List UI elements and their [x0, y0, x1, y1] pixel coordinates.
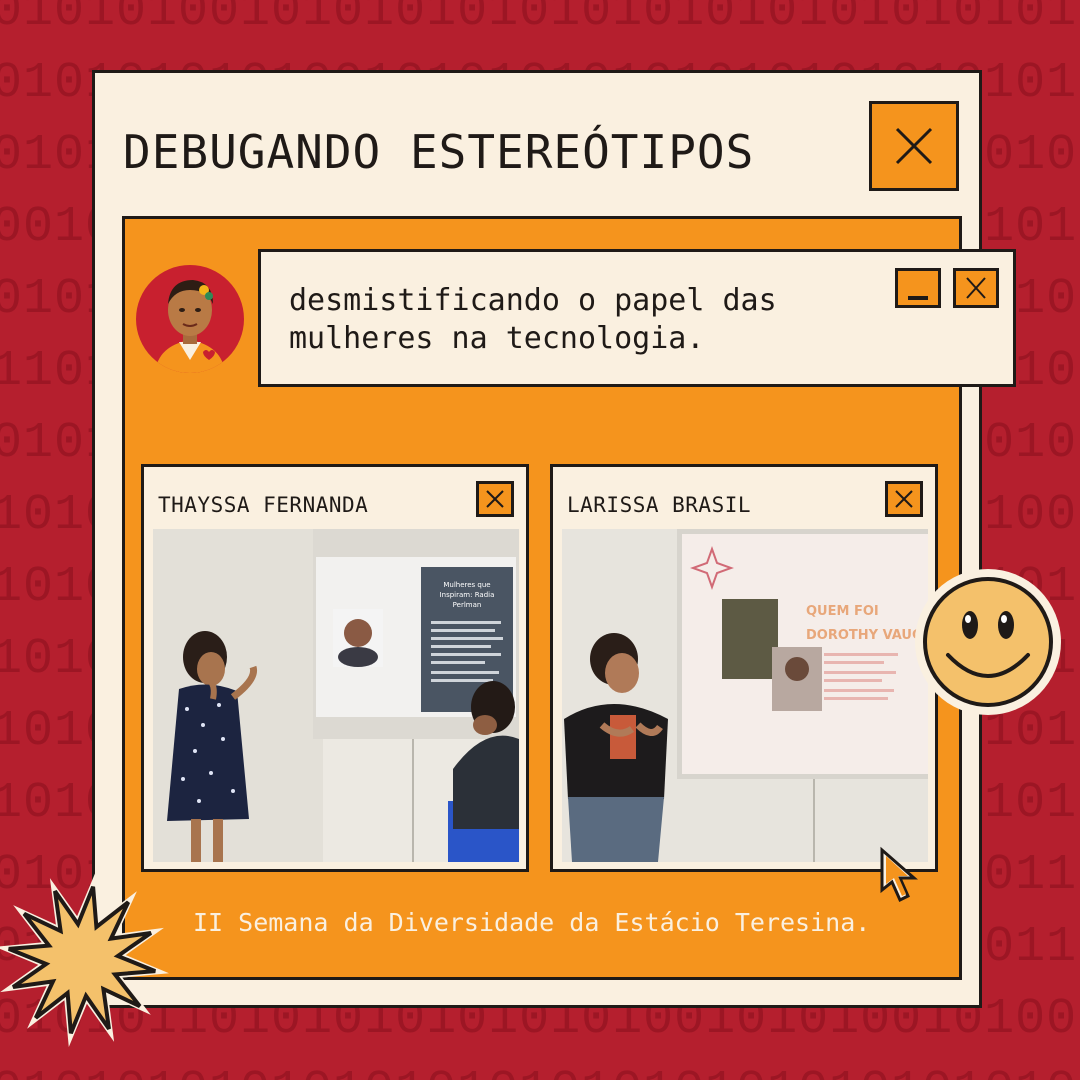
starburst-icon [0, 873, 169, 1047]
close-x-icon [895, 490, 913, 508]
woman-avatar-icon [136, 265, 244, 373]
smiley-face-icon [915, 569, 1061, 715]
slide-title: DOROTHY VAUGHAN? [806, 628, 928, 643]
minimize-button[interactable] [895, 268, 941, 308]
pixel-cursor-icon [880, 846, 918, 903]
slide-title: Perlman [453, 601, 482, 609]
close-x-icon [486, 490, 504, 508]
photo-title: LARISSA BRASIL [567, 493, 752, 517]
window-close-button[interactable] [869, 101, 959, 191]
slide-title: Mulheres que [443, 581, 490, 589]
presentation-photo: Mulheres que Inspiram: Radia Perlman [153, 529, 519, 862]
binary-row: 0101010010101010101010101010101010101 [0, 0, 1080, 40]
close-x-icon [966, 277, 986, 299]
presentation-photo: QUEM FOI DOROTHY VAUGHAN? [562, 529, 928, 862]
photo-window-larissa: LARISSA BRASIL QUEM FOI DOROTHY VAUGHAN? [550, 464, 938, 872]
slide-title: Inspiram: Radia [440, 591, 495, 599]
message-dialog: desmistificando o papel das mulheres na … [258, 249, 1016, 387]
event-caption: II Semana da Diversidade da Estácio Tere… [193, 908, 871, 937]
dialog-message: desmistificando o papel das mulheres na … [289, 283, 777, 356]
window-title: DEBUGANDO ESTEREÓTIPOS [123, 125, 755, 179]
photo-title: THAYSSA FERNANDA [158, 493, 369, 517]
binary-row: 0101010101010101010101010101010101010 [0, 1056, 1080, 1080]
close-x-icon [895, 127, 933, 165]
photo-window-thayssa: THAYSSA FERNANDA Mulheres que Inspiram: … [141, 464, 529, 872]
photo-close-button[interactable] [885, 481, 923, 517]
photo-close-button[interactable] [476, 481, 514, 517]
dialog-close-button[interactable] [953, 268, 999, 308]
slide-title: QUEM FOI [806, 604, 879, 619]
minimize-icon [908, 296, 928, 300]
